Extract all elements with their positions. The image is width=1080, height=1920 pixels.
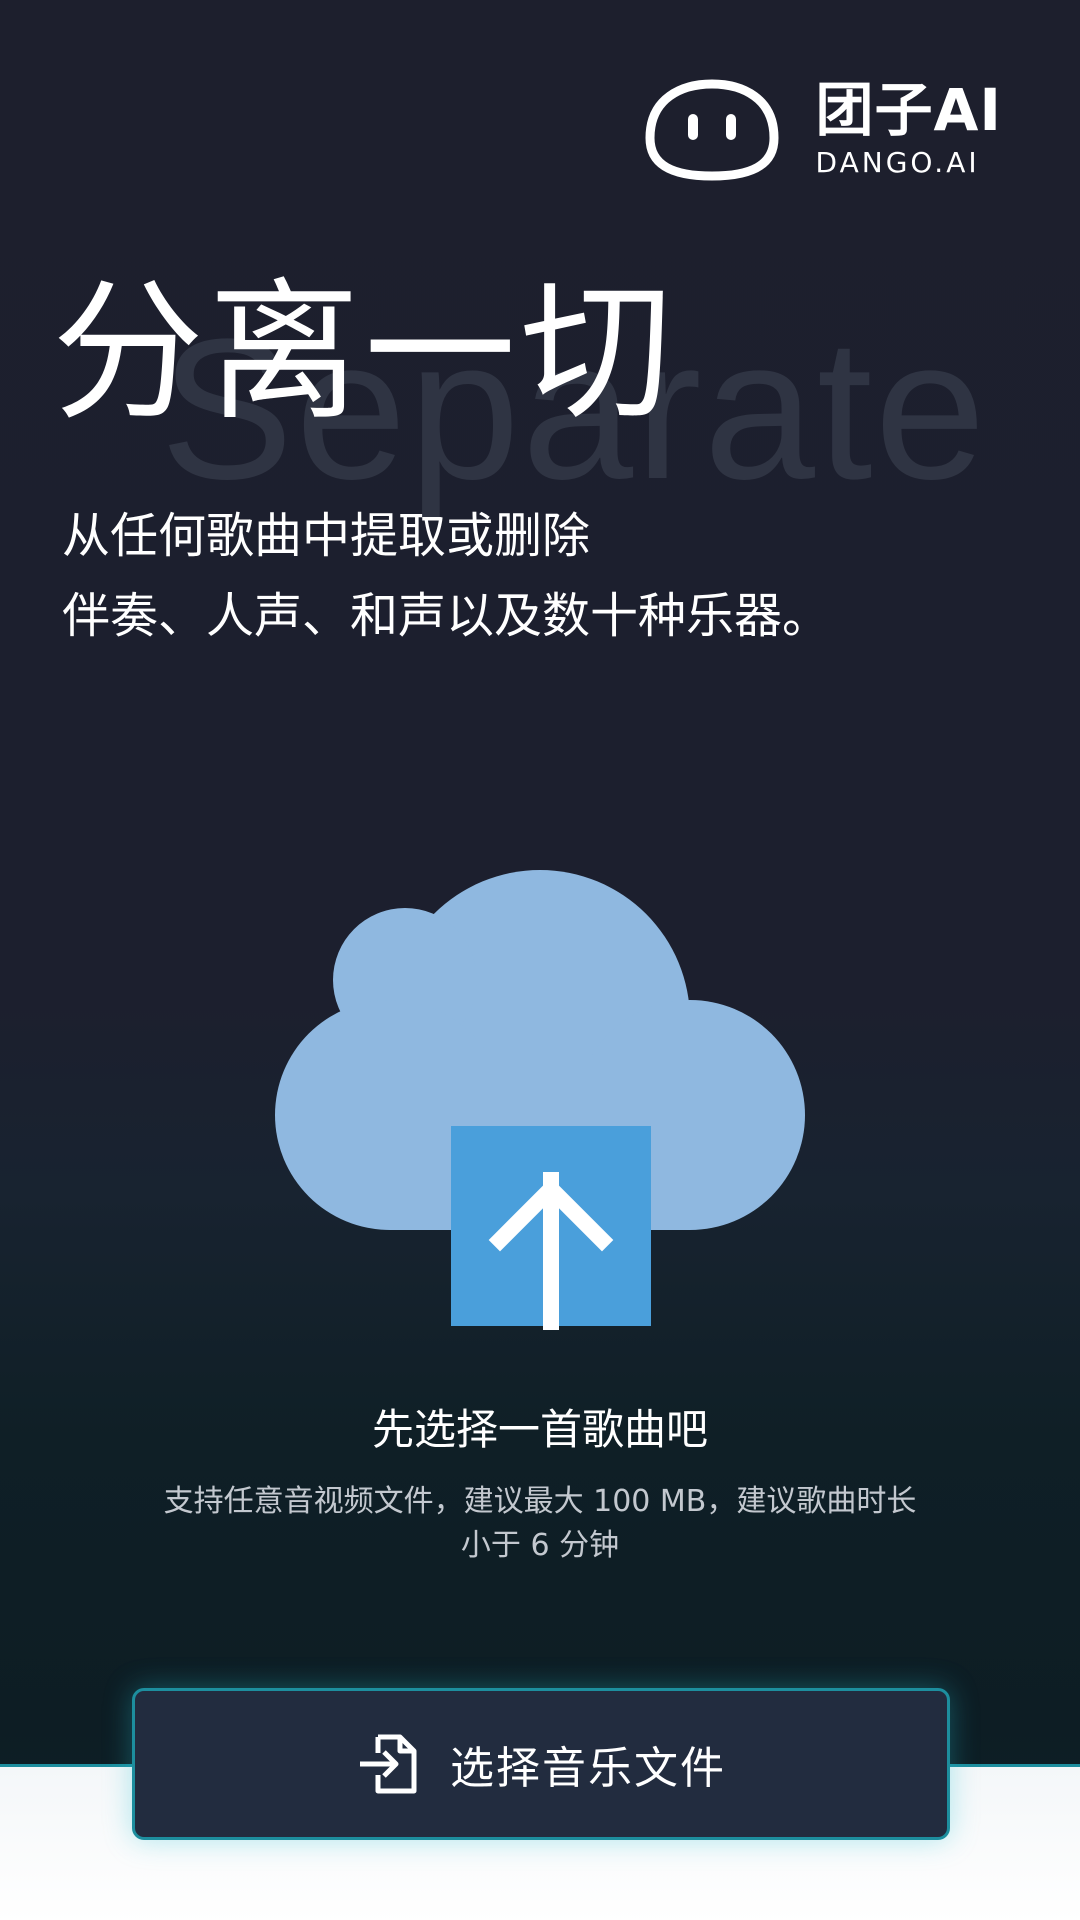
brand-name-en: DANGO.AI <box>815 146 980 179</box>
dango-face-icon <box>642 78 782 182</box>
brand-logo: 团子AI DANGO.AI <box>642 78 1002 182</box>
brand-name-cn: 团子AI <box>815 76 1002 144</box>
select-music-file-label: 选择音乐文件 <box>450 1743 726 1794</box>
file-import-icon <box>356 1731 422 1797</box>
select-music-file-button[interactable]: 选择音乐文件 <box>132 1688 950 1840</box>
cloud-upload-icon[interactable] <box>270 870 810 1334</box>
hero-subtitle-line: 从任何歌曲中提取或删除 <box>62 508 591 564</box>
hero-title: 分离一切 <box>52 264 676 441</box>
brand-text: 团子AI DANGO.AI <box>816 79 1002 181</box>
prompt-description: 支持任意音视频文件，建议最大 100 MB，建议歌曲时长小于 6 分钟 <box>163 1484 917 1563</box>
hero-subtitle: 从任何歌曲中提取或删除 伴奏、人声、和声以及数十种乐器。 <box>62 496 830 656</box>
app-screen: 团子AI DANGO.AI Separate 分离一切 从任何歌曲中提取或删除 … <box>0 0 1080 1920</box>
hero-subtitle-line: 伴奏、人声、和声以及数十种乐器。 <box>62 588 831 644</box>
prompt-title: 先选择一首歌曲吧 <box>371 1405 708 1454</box>
